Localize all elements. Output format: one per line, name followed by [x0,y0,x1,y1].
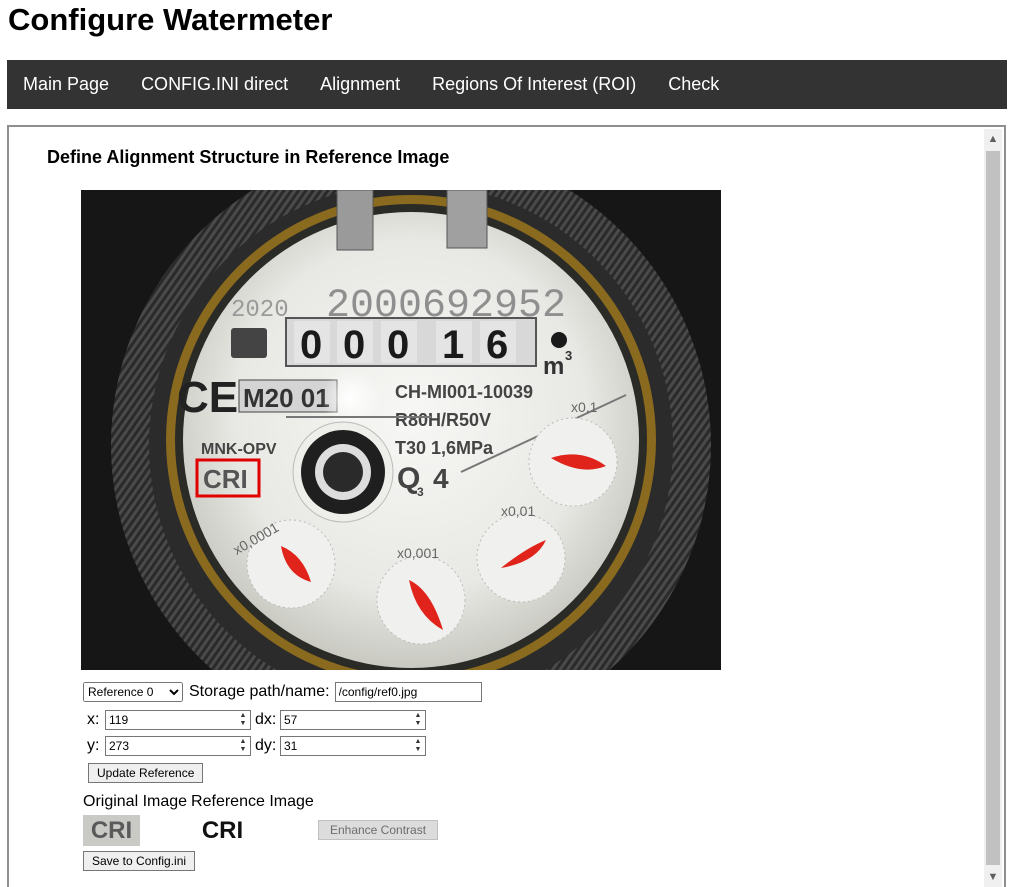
y-label: y: [87,737,100,754]
storage-label: Storage path/name: [189,683,330,700]
dy-spin-icon[interactable]: ▲ ▼ [412,738,424,754]
vertical-scrollbar[interactable]: ▲ ▼ [984,129,1002,887]
scroll-thumb[interactable] [986,151,1000,865]
meter-photo: 2020 2000692952 0 0 0 1 6 m 3 CE M20 01 … [81,190,721,670]
m20-mark: M20 01 [243,383,330,413]
y-spin-icon[interactable]: ▲ ▼ [237,738,249,754]
digit-2: 0 [343,323,365,367]
temp-text: T30 1,6MPa [395,438,494,458]
dy-stepper[interactable]: ▲▼ [280,736,426,756]
enhance-contrast-button[interactable]: Enhance Contrast [318,820,438,840]
digit-1: 0 [300,323,322,367]
storage-path-input[interactable] [334,682,482,702]
dx-label: dx: [255,711,277,728]
dy-input[interactable] [280,736,426,756]
digit-4: 1 [442,323,464,367]
x-label: x: [87,711,100,728]
nav-alignment[interactable]: Alignment [306,60,414,109]
reference-crop-image: CRI [201,816,244,844]
reference-image-label: Reference Image [191,793,314,810]
model-text: CH-MI001-10039 [395,382,533,402]
year-text: 2020 [231,297,289,324]
nav-bar: Main Page CONFIG.INI direct Alignment Re… [7,60,1007,109]
dy-label: dy: [255,737,277,754]
ce-mark: CE [177,373,238,422]
ratio-text: R80H/R50V [395,410,491,430]
dial-label-1: x0,1 [571,399,598,415]
maker-text: MNK-OPV [201,441,277,458]
nav-check[interactable]: Check [654,60,733,109]
q-sub: 3 [417,485,424,499]
content-frame: Define Alignment Structure in Reference … [7,125,1006,887]
y-input[interactable] [105,736,251,756]
unit-sup: 3 [565,348,572,363]
y-stepper[interactable]: ▲▼ [105,736,251,756]
x-spin-icon[interactable]: ▲ ▼ [237,712,249,728]
nav-roi[interactable]: Regions Of Interest (ROI) [418,60,650,109]
reference-select[interactable]: Reference 0 [83,682,183,702]
reference-image[interactable]: 2020 2000692952 0 0 0 1 6 m 3 CE M20 01 … [81,190,721,670]
page-title: Configure Watermeter [8,2,333,37]
original-crop-image: CRI [83,814,140,846]
save-config-button[interactable]: Save to Config.ini [83,851,196,871]
dx-input[interactable] [280,710,426,730]
x-stepper[interactable]: ▲▼ [105,710,251,730]
cri-text: CRI [203,464,248,494]
dial-label-2: x0,01 [501,503,535,519]
nav-main-page[interactable]: Main Page [9,60,123,109]
scroll-down-icon[interactable]: ▼ [984,867,1002,887]
section-heading: Define Alignment Structure in Reference … [47,147,450,167]
reference-controls: Reference 0 Storage path/name: x: ▲▼ dx:… [83,681,482,871]
scroll-up-icon[interactable]: ▲ [984,129,1002,149]
dial-label-3: x0,001 [397,545,439,561]
dx-stepper[interactable]: ▲▼ [280,710,426,730]
nav-config-ini[interactable]: CONFIG.INI direct [127,60,302,109]
digit-3: 0 [387,323,409,367]
dx-spin-icon[interactable]: ▲ ▼ [412,712,424,728]
x-input[interactable] [105,710,251,730]
unit-text: m [543,353,564,380]
original-image-label: Original Image [83,793,188,810]
digit-5: 6 [486,323,508,367]
update-reference-button[interactable]: Update Reference [88,763,204,783]
q-value: 4 [433,463,449,494]
